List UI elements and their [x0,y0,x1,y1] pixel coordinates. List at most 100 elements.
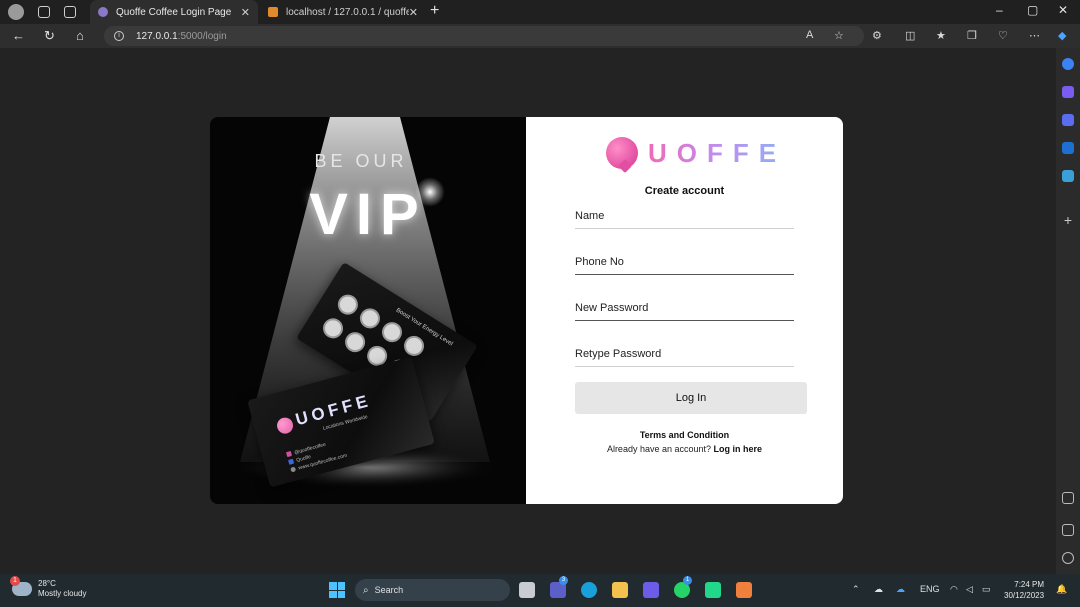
globe-icon [290,466,297,473]
stamp-circle [356,304,384,333]
facebook-icon [288,458,295,465]
wifi-icon[interactable]: ◠ [950,584,958,595]
teams-badge: 3 [559,576,568,585]
stamp-circle [341,328,369,356]
edge-icon[interactable] [581,582,597,598]
workspaces-icon[interactable] [38,6,50,18]
page-viewport: BE OUR VIP Boost Your Energy Level UOFFE… [0,48,1056,574]
new-password-field[interactable] [575,297,794,321]
teams-icon[interactable]: 3 [550,576,568,598]
tab-actions-icon[interactable] [64,6,76,18]
read-aloud-icon[interactable]: A [806,29,813,41]
clock-time: 7:24 PM [1014,580,1045,589]
already-text: Already have an account? [606,444,712,454]
more-menu-icon[interactable]: ⋯ [1029,29,1040,42]
close-window-button[interactable]: ✕ [1058,3,1068,17]
sidebar-add-icon[interactable]: + [1062,213,1074,227]
weather-desc: Mostly cloudy [38,589,87,598]
profile-avatar[interactable] [8,4,24,20]
tab-title: localhost / 127.0.0.1 / quoffe / lo [286,6,409,18]
log-in-button[interactable]: Log In [575,382,807,414]
instagram-icon [286,451,293,458]
show-hidden-icons[interactable]: ⌃ [852,584,860,595]
language-indicator[interactable]: ENG [920,584,940,594]
sidebar-settings-icon[interactable] [1062,552,1074,564]
log-in-here-link[interactable]: Log in here [714,444,763,454]
retype-password-field[interactable] [575,343,794,367]
taskbar-search[interactable]: ⌕ Search [355,579,510,601]
windows-logo-icon [329,582,337,590]
brand-wordmark: UOFFE [648,137,787,168]
clock-date: 30/12/2023 [1004,591,1045,600]
onedrive-blue-icon[interactable]: ☁ [896,584,905,595]
vip-promo-image: BE OUR VIP Boost Your Energy Level UOFFE… [210,117,526,504]
sidebar-outlook-icon[interactable] [1062,142,1074,154]
tab-close-icon[interactable]: ✕ [409,6,418,19]
brand-logo: UOFFE [606,137,786,169]
favorites-icon[interactable]: ★ [936,29,946,42]
minimize-button[interactable]: – [996,3,1003,17]
already-have-account: Already have an account? Log in here [526,444,843,454]
split-screen-icon[interactable]: ◫ [905,29,915,42]
url-path: :5000/login [177,30,227,42]
sidebar-screenshot-icon[interactable] [1062,492,1074,504]
pycharm-icon[interactable] [705,582,721,598]
whatsapp-badge: 1 [683,576,692,585]
stamp-circle [334,290,362,319]
quoffe-logo-icon [606,137,638,169]
task-view-icon[interactable] [519,582,535,598]
sidebar-toggle-icon[interactable] [1062,524,1074,536]
site-info-icon[interactable]: i [114,31,124,41]
performance-icon[interactable]: ♡ [998,29,1008,42]
copilot-icon[interactable]: ◆ [1058,29,1066,42]
battery-icon[interactable]: ▭ [982,584,991,595]
maximize-button[interactable]: ▢ [1027,3,1038,17]
weather-badge: 1 [10,576,20,586]
new-tab-button[interactable]: + [430,2,439,20]
back-arrow-icon[interactable]: ← [12,28,25,43]
home-icon[interactable]: ⌂ [76,28,84,43]
search-label: Search [374,585,404,595]
form-title: Create account [644,185,725,197]
name-field[interactable] [575,205,794,229]
sidebar-games-icon[interactable] [1062,114,1074,126]
tab-phpmyadmin[interactable]: localhost / 127.0.0.1 / quoffe / lo ✕ [260,0,426,24]
terms-link[interactable]: Terms and Condition [526,430,843,440]
phpmyadmin-favicon-icon [268,7,278,17]
volume-icon[interactable]: ◁ [966,584,973,595]
whatsapp-icon[interactable]: 1 [674,576,692,598]
stamp-circle [319,314,347,343]
refresh-icon[interactable]: ↻ [44,28,55,44]
cloud-icon: 1 [10,576,32,596]
system-clock[interactable]: 7:24 PM 30/12/2023 [1004,579,1044,601]
browser-toolbar: ← ↻ ⌂ i 127.0.0.1:5000/login A ☆ ⚙ ◫ ★ ❐… [0,24,1080,48]
notification-bell-icon[interactable]: 🔔 [1056,584,1067,595]
login-card: BE OUR VIP Boost Your Energy Level UOFFE… [210,117,843,504]
address-bar[interactable]: i 127.0.0.1:5000/login [104,26,864,46]
sidebar-shopping-icon[interactable] [1062,86,1074,98]
extensions-icon[interactable]: ⚙ [872,29,882,42]
weather-widget[interactable]: 1 28°C Mostly cloudy [10,576,87,599]
file-explorer-icon[interactable] [612,582,628,598]
favorite-star-icon[interactable]: ☆ [834,29,844,42]
create-account-form: UOFFE Create account Log In Terms and Co… [526,117,843,504]
weather-temp: 28°C [38,579,56,588]
promo-subtitle: BE OUR [314,151,408,171]
sidebar-search-icon[interactable] [1062,58,1074,70]
search-icon: ⌕ [363,584,369,596]
edge-sidebar: + [1056,48,1080,574]
url-host: 127.0.0.1 [136,30,178,42]
xampp-icon[interactable] [736,582,752,598]
media-player-icon[interactable] [643,582,659,598]
tab-close-icon[interactable]: ✕ [241,6,250,19]
onedrive-icon[interactable]: ☁ [874,584,883,595]
stamp-circle [400,332,428,360]
card-logo-dot [275,415,295,436]
windows-taskbar: 1 28°C Mostly cloudy ⌕ Search 3 1 ⌃ ☁ ☁ … [0,574,1080,607]
tab-quoffe-login[interactable]: Quoffe Coffee Login Page ✕ [90,0,258,24]
start-button[interactable] [329,582,345,598]
sidebar-drop-icon[interactable] [1062,170,1074,182]
phone-field[interactable] [575,251,794,275]
lens-flare [415,177,445,207]
collections-icon[interactable]: ❐ [967,29,977,42]
